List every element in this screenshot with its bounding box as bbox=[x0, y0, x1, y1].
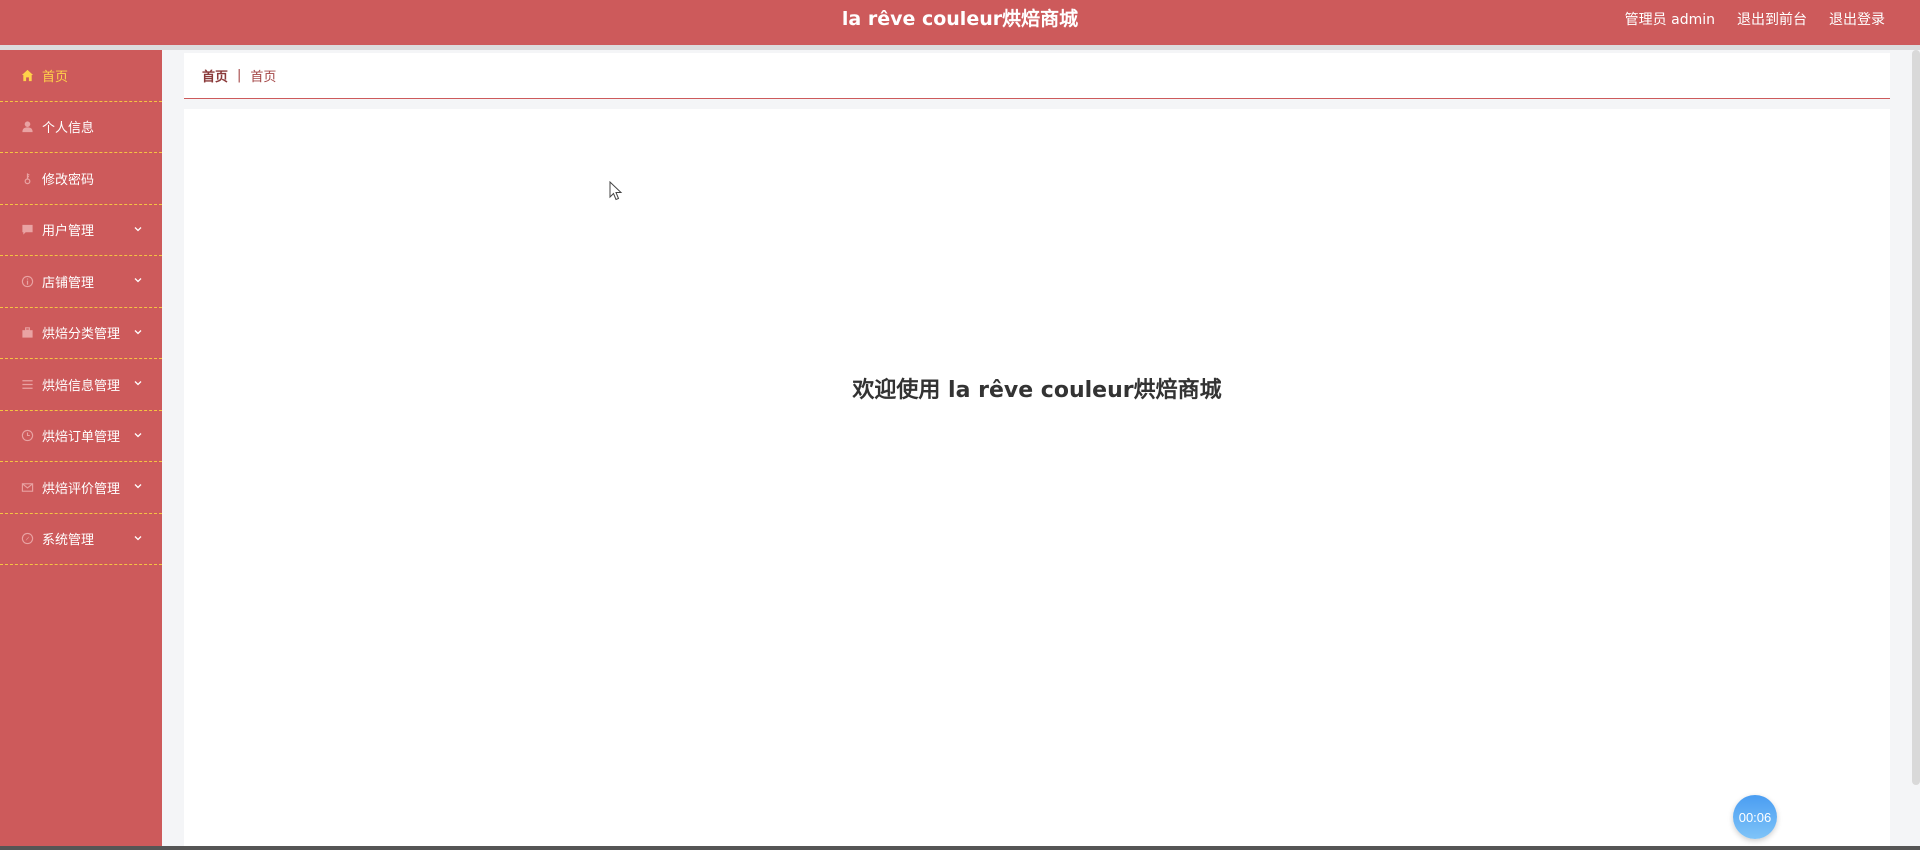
recording-timer-badge[interactable]: 00:06 bbox=[1733, 795, 1777, 839]
bottom-edge-bar bbox=[0, 846, 1920, 850]
sidebar-item-bake-reviews[interactable]: 烘焙评价管理 bbox=[0, 462, 162, 514]
sidebar-item-bake-orders[interactable]: 烘焙订单管理 bbox=[0, 411, 162, 462]
sidebar-item-label: 修改密码 bbox=[42, 172, 95, 188]
clock-icon bbox=[20, 429, 34, 443]
chevron-down-icon bbox=[134, 484, 142, 489]
chevron-down-icon bbox=[134, 278, 142, 283]
sidebar-item-label: 烘焙评价管理 bbox=[42, 481, 121, 497]
top-header: la rêve couleur烘焙商城 管理员 admin 退出到前台 退出登录 bbox=[0, 0, 1920, 45]
sidebar-item-label: 用户管理 bbox=[42, 224, 95, 240]
chevron-down-icon bbox=[134, 381, 142, 386]
chat-icon bbox=[20, 223, 34, 237]
header-actions: 管理员 admin 退出到前台 退出登录 bbox=[1625, 0, 1885, 38]
key-icon bbox=[20, 171, 34, 185]
sidebar-item-label: 首页 bbox=[42, 69, 69, 85]
chevron-down-icon bbox=[134, 329, 142, 335]
sidebar-item-profile[interactable]: 个人信息 bbox=[0, 102, 162, 153]
sidebar-item-label: 烘焙订单管理 bbox=[42, 430, 121, 446]
home-icon bbox=[20, 68, 34, 82]
sidebar-item-users[interactable]: 用户管理 bbox=[0, 205, 162, 256]
user-icon bbox=[20, 120, 34, 134]
sidebar: 首页 个人信息 修改密码 用户管理 店铺管理 烘焙分类管理 烘焙信息管理 烘焙订… bbox=[0, 50, 162, 850]
sidebar-item-label: 烘焙信息管理 bbox=[42, 378, 121, 394]
sidebar-item-bake-categories[interactable]: 烘焙分类管理 bbox=[0, 308, 162, 359]
chevron-down-icon bbox=[134, 432, 142, 438]
sidebar-item-label: 店铺管理 bbox=[42, 275, 95, 291]
sidebar-item-label: 系统管理 bbox=[42, 533, 95, 549]
sidebar-item-system[interactable]: 系统管理 bbox=[0, 514, 162, 565]
breadcrumb-home-link[interactable]: 首页 bbox=[202, 66, 228, 85]
sidebar-item-password[interactable]: 修改密码 bbox=[0, 153, 162, 205]
welcome-card: 欢迎使用 la rêve couleur烘焙商城 bbox=[184, 109, 1890, 850]
chevron-down-icon bbox=[134, 535, 142, 541]
sidebar-item-bake-info[interactable]: 烘焙信息管理 bbox=[0, 359, 162, 411]
list-icon bbox=[20, 377, 34, 391]
chevron-down-icon bbox=[134, 226, 142, 232]
briefcase-icon bbox=[20, 326, 34, 340]
compass-icon bbox=[20, 532, 34, 546]
sidebar-item-label: 烘焙分类管理 bbox=[42, 327, 121, 343]
sidebar-item-shops[interactable]: 店铺管理 bbox=[0, 256, 162, 308]
breadcrumb: 首页 | 首页 bbox=[184, 53, 1890, 99]
page-scrollbar[interactable] bbox=[1912, 50, 1920, 785]
admin-user-label: 管理员 admin bbox=[1624, 12, 1715, 28]
back-to-front-link[interactable]: 退出到前台 bbox=[1737, 9, 1807, 29]
sidebar-item-label: 个人信息 bbox=[42, 121, 95, 137]
logout-link[interactable]: 退出登录 bbox=[1829, 9, 1885, 29]
mail-icon bbox=[20, 480, 34, 494]
info-icon bbox=[20, 274, 34, 288]
breadcrumb-current: 首页 bbox=[250, 70, 277, 85]
breadcrumb-separator: | bbox=[237, 68, 242, 83]
welcome-message: 欢迎使用 la rêve couleur烘焙商城 bbox=[852, 378, 1222, 403]
main-content: 首页 | 首页 欢迎使用 la rêve couleur烘焙商城 bbox=[162, 50, 1920, 850]
mouse-cursor-icon bbox=[609, 181, 623, 201]
sidebar-item-home[interactable]: 首页 bbox=[0, 50, 162, 102]
